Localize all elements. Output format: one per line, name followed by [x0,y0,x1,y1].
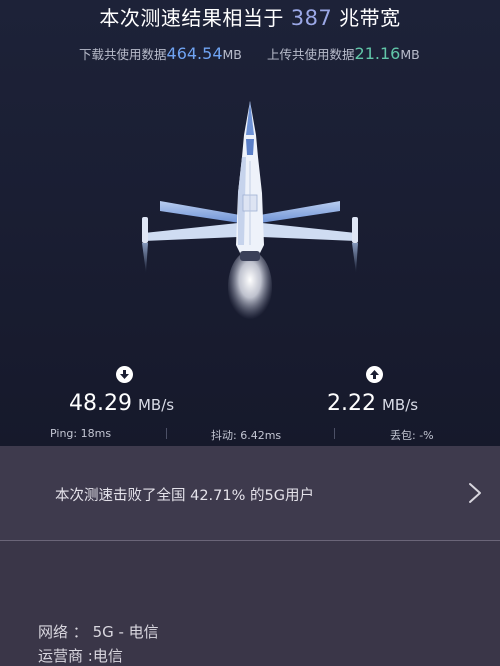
packet-loss-stat: 丢包: -% [390,429,434,442]
title-prefix: 本次测速结果相当于 [99,6,284,30]
jitter-stat: 抖动: 6.42ms [211,429,282,442]
chevron-right-icon[interactable] [468,482,482,504]
download-usage-label: 下载共使用数据 [79,47,167,62]
stat-divider [334,428,335,439]
network-row: 网络 ： 5G - 电信 [38,621,159,642]
download-speed-value: 48.29 [69,391,132,416]
speed-test-panel: 本次测速结果相当于 387 兆带宽 下载共使用数据464.54MB 上传共使用数… [0,0,500,446]
upload-usage-unit: MB [400,47,420,62]
download-usage-value: 464.54 [166,44,223,63]
operator-row: 运营商 :电信 [38,645,123,666]
network-info-panel: 网络 ： 5G - 电信 运营商 :电信 [0,541,500,666]
upload-speed: 2.22 MB/s [327,391,418,416]
ping-stat: Ping: 18ms [50,427,112,440]
jet-illustration [142,101,358,323]
stat-divider [166,428,167,439]
upload-usage-value: 21.16 [354,44,401,63]
page-title: 本次测速结果相当于 387 兆带宽 [0,2,500,31]
download-speed-unit: MB/s [137,396,175,414]
network-label: 网络 ： [38,623,88,641]
operator-value: 电信 [92,647,123,665]
upload-speed-value: 2.22 [327,391,376,416]
operator-label: 运营商 : [38,647,93,665]
upload-usage-label: 上传共使用数据 [267,47,355,62]
bandwidth-value: 387 [290,6,333,30]
ranking-text: 本次测速击败了全国 42.71% 的5G用户 [55,488,314,504]
upload-usage: 上传共使用数据21.16MB [267,44,420,63]
download-usage: 下载共使用数据464.54MB [79,44,242,63]
down-arrow-icon [116,366,133,383]
upload-speed-unit: MB/s [381,396,419,414]
network-value: 5G - 电信 [92,623,159,641]
download-speed: 48.29 MB/s [69,391,174,416]
download-usage-unit: MB [222,47,242,62]
up-arrow-icon [366,366,383,383]
ranking-row[interactable]: 本次测速击败了全国 42.71% 的5G用户 [0,446,500,540]
title-suffix: 兆带宽 [339,6,401,30]
